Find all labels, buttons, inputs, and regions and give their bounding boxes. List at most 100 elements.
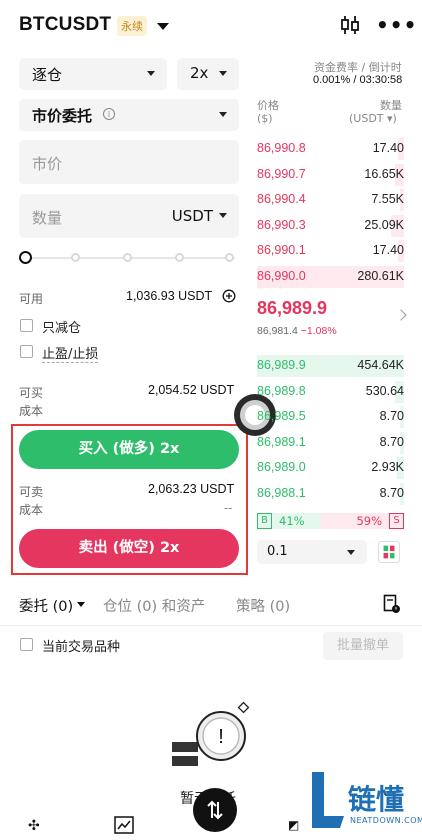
bid-quantity: 8.70 — [379, 434, 404, 449]
funding-value: 0.001% / 03:30:58 — [313, 74, 403, 86]
price-unit: ($) — [257, 112, 273, 125]
precision-select[interactable]: 0.1 — [257, 540, 367, 564]
ask-quantity: 280.61K — [357, 268, 404, 283]
price-header: 价格 — [257, 99, 279, 112]
ask-price: 86,990.8 — [257, 141, 306, 155]
batch-cancel-button[interactable]: 批量撤单 — [323, 632, 403, 660]
ask-price: 86,990.4 — [257, 192, 306, 206]
quantity-slider[interactable] — [19, 250, 239, 266]
last-price[interactable]: 86,989.9 — [257, 298, 327, 319]
bid-row[interactable]: 86,989.8 530.64 — [257, 380, 404, 403]
chevron-right-icon[interactable] — [395, 309, 407, 321]
slider-step[interactable] — [225, 253, 234, 262]
bid-row[interactable]: 86,989.0 2.93K — [257, 457, 404, 479]
ask-row[interactable]: 86,990.4 7.55K — [257, 189, 404, 211]
chevron-down-icon — [147, 71, 155, 76]
bid-row[interactable]: 86,989.9 454.64K — [257, 355, 404, 377]
watermark-brand: 链懂 — [348, 783, 405, 816]
empty-state-illustration: ! — [172, 701, 250, 766]
tab-orders[interactable]: 委托 (0) — [19, 595, 73, 616]
tab-positions[interactable]: 仓位 (0) 和资产 — [103, 595, 205, 616]
quantity-unit[interactable]: USDT — [172, 207, 213, 225]
order-history-icon[interactable] — [383, 594, 401, 614]
order-type-label: 市价委托 — [32, 107, 93, 125]
margin-mode-select[interactable]: 逐仓 — [19, 58, 167, 90]
tab-strategies[interactable]: 策略 (0) — [236, 595, 290, 616]
can-buy-value: 2,054.52 USDT — [148, 383, 235, 397]
tabs-divider — [0, 625, 422, 626]
current-pair-label[interactable]: 当前交易品种 — [42, 636, 120, 655]
ask-quantity: 7.55K — [371, 192, 404, 206]
ask-row[interactable]: 86,990.7 16.65K — [257, 163, 404, 186]
bid-row[interactable]: 86,988.1 8.70 — [257, 482, 404, 505]
ask-quantity: 25.09K — [364, 217, 404, 232]
bid-quantity: 8.70 — [379, 485, 404, 500]
reduce-only-checkbox[interactable] — [20, 319, 33, 332]
header: BTCUSDT 永续 ••• — [0, 0, 422, 52]
swap-arrows-icon — [207, 800, 223, 820]
swap-fab-button[interactable] — [193, 788, 237, 832]
sell-percent: 59% — [356, 514, 382, 528]
bid-quantity: 454.64K — [357, 358, 404, 372]
precision-value: 0.1 — [267, 544, 288, 559]
ask-row[interactable]: 86,990.0 280.61K — [257, 265, 404, 288]
chart-nav-icon[interactable] — [114, 816, 134, 834]
ask-row[interactable]: 86,990.1 17.40 — [257, 240, 404, 262]
order-type-select[interactable]: 市价委托 i — [19, 99, 239, 131]
flag-nav-icon[interactable]: ◩ — [288, 818, 302, 832]
info-icon[interactable]: i — [103, 108, 115, 120]
watermark: 链懂 NEATDOWN.COM — [306, 768, 422, 834]
ask-price: 86,990.1 — [257, 243, 306, 257]
ask-quantity: 16.65K — [364, 166, 404, 181]
ask-row[interactable]: 86,990.8 17.40 — [257, 138, 404, 160]
candlestick-chart-icon[interactable] — [339, 14, 361, 36]
pair-dropdown-icon[interactable] — [157, 23, 169, 30]
quantity-placeholder: 数量 — [32, 209, 63, 227]
funding-label: 资金费率 / 倒计时 — [314, 61, 402, 74]
slider-handle[interactable] — [19, 251, 32, 264]
ask-quantity: 17.40 — [372, 141, 404, 155]
bid-price: 86,989.1 — [257, 434, 306, 449]
qty-unit-select[interactable]: (USDT ▾) — [349, 112, 397, 125]
chevron-down-icon — [219, 71, 227, 76]
grid-nav-icon[interactable]: ✣ — [28, 818, 46, 834]
ask-price: 86,990.3 — [257, 217, 306, 232]
order-tabs: 委托 (0) 仓位 (0) 和资产 策略 (0) — [0, 590, 422, 620]
more-icon[interactable]: ••• — [376, 14, 416, 36]
buy-sell-ratio: B 41% 59% S — [257, 513, 404, 529]
can-buy-label: 可买 — [19, 386, 44, 400]
highlight-box — [11, 424, 248, 575]
leverage-label: 2x — [190, 64, 209, 82]
price-field[interactable]: 市价 — [19, 140, 239, 184]
quantity-field[interactable]: 数量 USDT — [19, 194, 239, 238]
tab-orders-chevron-icon[interactable] — [77, 602, 85, 607]
watermark-site: NEATDOWN.COM — [350, 816, 422, 825]
qty-header: 数量 — [380, 99, 402, 112]
transfer-plus-icon[interactable] — [222, 289, 236, 303]
chevron-down-icon — [219, 213, 227, 218]
slider-step[interactable] — [71, 253, 80, 262]
buy-tag: B — [257, 513, 272, 529]
bid-quantity: 530.64 — [365, 383, 404, 398]
mark-price: 86,981.4 — [257, 325, 298, 337]
tpsl-checkbox[interactable] — [20, 345, 33, 358]
bid-price: 86,989.5 — [257, 409, 306, 423]
available-label: 可用 — [19, 292, 44, 306]
orderbook-layout-icon[interactable] — [378, 541, 400, 563]
tpsl-label[interactable]: 止盈/止损 — [42, 343, 99, 363]
ask-row[interactable]: 86,990.3 25.09K — [257, 214, 404, 237]
reduce-only-label[interactable]: 只减仓 — [42, 317, 81, 336]
ask-price: 86,990.0 — [257, 268, 306, 283]
watermark-logo — [312, 772, 344, 828]
buy-percent: 41% — [279, 514, 305, 528]
bid-price: 86,989.9 — [257, 358, 306, 372]
current-pair-checkbox[interactable] — [20, 638, 33, 651]
bid-row[interactable]: 86,989.1 8.70 — [257, 431, 404, 454]
pair-title[interactable]: BTCUSDT — [19, 14, 111, 36]
slider-step[interactable] — [123, 253, 132, 262]
bid-quantity: 8.70 — [379, 409, 404, 423]
leverage-select[interactable]: 2x — [177, 58, 239, 90]
slider-step[interactable] — [175, 253, 184, 262]
bid-price: 86,989.8 — [257, 383, 306, 398]
bid-row[interactable]: 86,989.5 8.70 — [257, 406, 404, 428]
